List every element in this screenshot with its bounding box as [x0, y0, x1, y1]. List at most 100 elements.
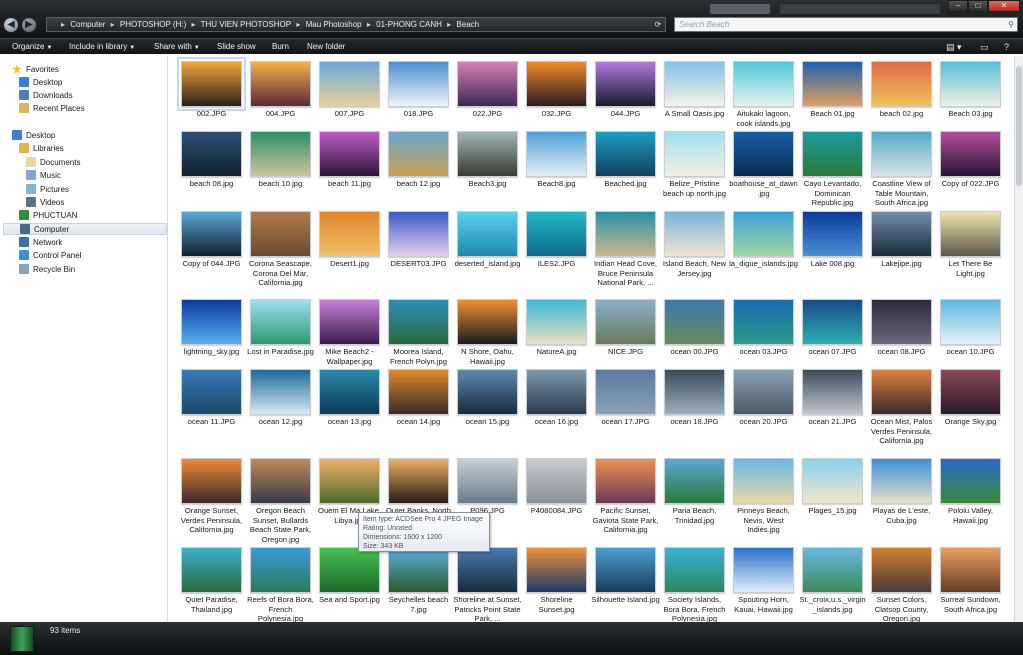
thumbnail-image[interactable]: [871, 547, 932, 593]
thumbnail-image[interactable]: [250, 369, 311, 415]
thumbnail-image[interactable]: [595, 131, 656, 177]
thumbnail-image[interactable]: [802, 211, 863, 257]
thumbnail-image[interactable]: [526, 458, 587, 504]
file-tile[interactable]: Quiet Paradise, Thailand.jpg: [177, 547, 246, 622]
thumbnail-image[interactable]: [181, 547, 242, 593]
thumbnail-image[interactable]: [457, 211, 518, 257]
file-tile[interactable]: boathouse_at_dawn.jpg: [729, 131, 798, 219]
new-folder-button[interactable]: New folder: [307, 41, 345, 53]
file-tile[interactable]: ocean 15.jpg: [453, 369, 522, 457]
thumbnail-image[interactable]: [250, 61, 311, 107]
nav-downloads[interactable]: Downloads: [19, 90, 73, 102]
thumbnail-image[interactable]: [181, 458, 242, 504]
thumbnail-image[interactable]: [250, 547, 311, 593]
thumbnail-image[interactable]: [526, 369, 587, 415]
thumbnail-image[interactable]: [595, 547, 656, 593]
thumbnail-image[interactable]: [388, 211, 449, 257]
thumbnail-image[interactable]: [526, 61, 587, 107]
thumbnail-image[interactable]: [177, 57, 246, 111]
address-input[interactable]: ▸ Computer ▸ PHOTOSHOP (H:) ▸ THU VIEN P…: [46, 17, 666, 32]
thumbnail-image[interactable]: [595, 211, 656, 257]
file-tile[interactable]: Spouting Horn, Kauai, Hawaii.jpg: [729, 547, 798, 622]
file-tile[interactable]: Oregon Beach Sunset, Bullards Beach Stat…: [246, 458, 315, 546]
crumb-phong-canh[interactable]: 01-PHONG CANH: [376, 20, 442, 29]
nav-control-panel[interactable]: Control Panel: [19, 250, 81, 262]
nav-computer[interactable]: Computer: [3, 223, 167, 235]
thumbnail-image[interactable]: [802, 547, 863, 593]
thumbnail-image[interactable]: [802, 131, 863, 177]
file-tile[interactable]: ocean 17.JPG: [591, 369, 660, 457]
thumbnail-image[interactable]: [526, 131, 587, 177]
nav-recycle-bin[interactable]: Recycle Bin: [19, 264, 75, 276]
thumbnail-image[interactable]: [664, 547, 725, 593]
crumb-mau-photoshop[interactable]: Mau Photoshop: [306, 20, 362, 29]
thumbnail-image[interactable]: [250, 299, 311, 345]
back-button[interactable]: ◀: [3, 17, 19, 33]
thumbnail-image[interactable]: [595, 299, 656, 345]
file-tile[interactable]: Paria Beach, Trinidad.jpg: [660, 458, 729, 546]
thumbnail-image[interactable]: [526, 547, 587, 593]
file-tile[interactable]: Coastline View of Table Mountain, South …: [867, 131, 936, 219]
file-tile[interactable]: Let There Be Light.jpg: [936, 211, 1005, 299]
file-tile[interactable]: Society Islands, Bora Bora, French Polyn…: [660, 547, 729, 622]
file-tile[interactable]: ocean 18.JPG: [660, 369, 729, 457]
file-tile[interactable]: Copy of 044.JPG: [177, 211, 246, 299]
nav-libraries[interactable]: Libraries: [19, 143, 64, 155]
thumbnail-image[interactable]: [871, 211, 932, 257]
burn-button[interactable]: Burn: [272, 41, 289, 53]
preview-pane-icon[interactable]: ▭: [980, 42, 989, 52]
thumbnail-image[interactable]: [181, 131, 242, 177]
thumbnail-image[interactable]: [871, 299, 932, 345]
help-icon[interactable]: ?: [1004, 42, 1009, 52]
thumbnail-image[interactable]: [664, 458, 725, 504]
thumbnail-image[interactable]: [457, 131, 518, 177]
search-icon[interactable]: ⚲: [1008, 18, 1014, 31]
file-tile[interactable]: Indian Head Cove, Bruce Peninsula Nation…: [591, 211, 660, 299]
file-tile[interactable]: ocean 21.JPG: [798, 369, 867, 457]
file-tile[interactable]: beach 12.jpg: [384, 131, 453, 219]
thumbnail-image[interactable]: [181, 299, 242, 345]
nav-desktop-favorite[interactable]: Desktop: [19, 77, 62, 89]
organize-button[interactable]: Organize ▼: [12, 41, 52, 54]
thumbnail-image[interactable]: [664, 369, 725, 415]
file-tile[interactable]: Pinneys Beach, Nevis, West Indies.jpg: [729, 458, 798, 546]
thumbnail-image[interactable]: [664, 211, 725, 257]
thumbnail-image[interactable]: [733, 299, 794, 345]
file-tile[interactable]: Seychelles beach 7.jpg: [384, 547, 453, 622]
file-tile[interactable]: beach 10.jpg: [246, 131, 315, 219]
file-tile[interactable]: Orange Sunset, Verdes Peninsula, Califor…: [177, 458, 246, 546]
thumbnail-image[interactable]: [940, 458, 1001, 504]
thumbnail-image[interactable]: [733, 369, 794, 415]
thumbnail-image[interactable]: [457, 458, 518, 504]
file-tile[interactable]: St._croix,u.s._virgin_islands.jpg: [798, 547, 867, 622]
thumbnail-image[interactable]: [940, 299, 1001, 345]
file-tile[interactable]: Orange Sky.jpg: [936, 369, 1005, 457]
thumbnail-image[interactable]: [250, 211, 311, 257]
thumbnail-image[interactable]: [595, 369, 656, 415]
file-tile[interactable]: Sea and Sport.jpg: [315, 547, 384, 622]
file-tile[interactable]: la_digue_islands.jpg: [729, 211, 798, 299]
file-tile[interactable]: Sunset Colors, Clatsop County, Oregon.jp…: [867, 547, 936, 622]
minimize-button[interactable]: –: [948, 0, 968, 12]
file-tile[interactable]: Silhouette Island.jpg: [591, 547, 660, 622]
nav-pictures[interactable]: Pictures: [26, 184, 69, 196]
file-tile[interactable]: beach 08.jpg: [177, 131, 246, 219]
thumbnail-image[interactable]: [181, 369, 242, 415]
maximize-button[interactable]: □: [968, 0, 988, 12]
crumb-computer[interactable]: Computer: [70, 20, 105, 29]
vertical-scrollbar[interactable]: [1014, 56, 1023, 622]
thumbnail-image[interactable]: [457, 547, 518, 593]
thumbnail-image[interactable]: [388, 131, 449, 177]
thumbnail-image[interactable]: [940, 547, 1001, 593]
thumbnail-image[interactable]: [388, 547, 449, 593]
crumb-beach[interactable]: Beach: [456, 20, 479, 29]
refresh-icon[interactable]: ⟳: [650, 17, 666, 32]
thumbnail-image[interactable]: [664, 61, 725, 107]
file-tile[interactable]: Beached.jpg: [591, 131, 660, 219]
thumbnail-image[interactable]: [457, 61, 518, 107]
thumbnail-image[interactable]: [388, 61, 449, 107]
thumbnail-image[interactable]: [871, 61, 932, 107]
file-tile[interactable]: ocean 16.jpg: [522, 369, 591, 457]
file-tile[interactable]: Island Beach, New Jersey.jpg: [660, 211, 729, 299]
file-tile[interactable]: Copy of 022.JPG: [936, 131, 1005, 219]
